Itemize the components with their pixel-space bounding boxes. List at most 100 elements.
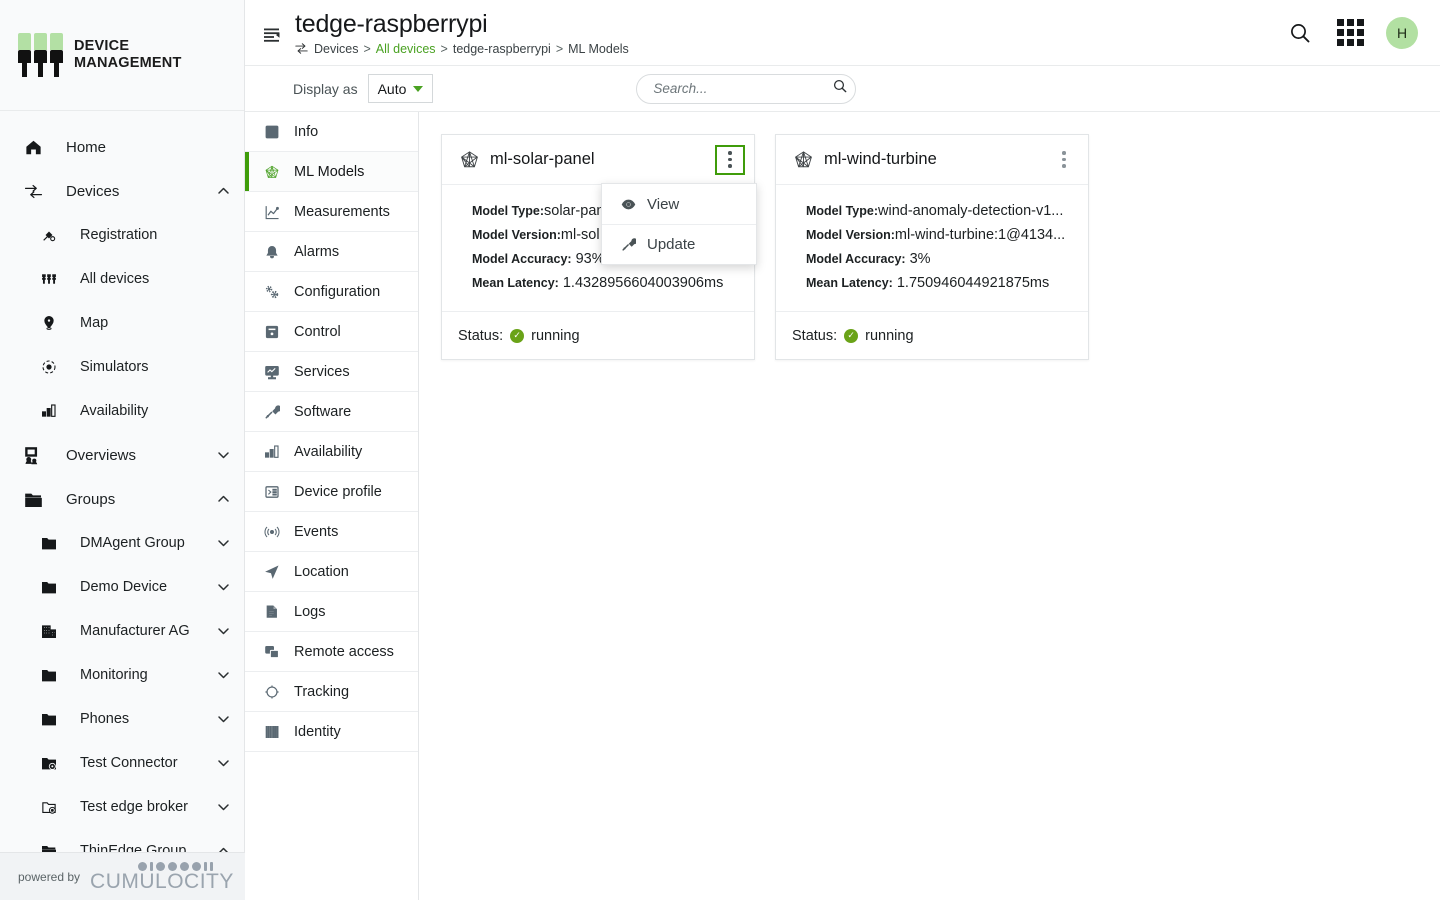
tab-label: Info xyxy=(294,124,318,140)
tab-measurements[interactable]: Measurements xyxy=(245,192,418,232)
bar-chart-icon xyxy=(263,444,281,460)
services-screen-icon xyxy=(263,364,281,380)
card-detail-label: Model Type: xyxy=(472,204,544,218)
card-detail-value: solar-pan xyxy=(544,203,604,219)
chevron-up-icon[interactable] xyxy=(217,494,230,504)
nav-item-label: DMAgent Group xyxy=(80,535,217,551)
chevron-down-icon[interactable] xyxy=(217,450,230,460)
nav-item-label: All devices xyxy=(80,271,230,287)
nav-item-registration[interactable]: Registration xyxy=(0,213,244,257)
chevron-down-icon[interactable] xyxy=(217,626,230,636)
menu-item-label: Update xyxy=(647,236,695,253)
chevron-down-icon xyxy=(413,86,423,92)
action-bar: Display as Auto xyxy=(245,66,1440,112)
nav-item-label: Simulators xyxy=(80,359,230,375)
nav-item-label: Registration xyxy=(80,227,230,243)
menu-item-update[interactable]: Update xyxy=(602,224,756,264)
status-label: Status: xyxy=(792,328,837,344)
ml-model-polyhedron-icon xyxy=(263,164,281,180)
nav-item-overviews[interactable]: Overviews xyxy=(0,433,244,477)
card-detail-label: Model Version: xyxy=(472,228,561,242)
tab-location[interactable]: Location xyxy=(245,552,418,592)
identity-barcode-icon xyxy=(263,724,281,740)
tab-identity[interactable]: Identity xyxy=(245,712,418,752)
nav-item-test-connector[interactable]: Test Connector xyxy=(0,741,244,785)
nav-item-all-devices[interactable]: All devices xyxy=(0,257,244,301)
tab-services[interactable]: Services xyxy=(245,352,418,392)
menu-item-view[interactable]: View xyxy=(602,184,756,224)
tab-label: Logs xyxy=(294,604,325,620)
events-broadcast-icon xyxy=(263,524,281,540)
tab-configuration[interactable]: Configuration xyxy=(245,272,418,312)
chevron-down-icon[interactable] xyxy=(217,758,230,768)
nav-item-groups[interactable]: Groups xyxy=(0,477,244,521)
tab-label: Services xyxy=(294,364,350,380)
nav-item-dmagent-group[interactable]: DMAgent Group xyxy=(0,521,244,565)
tab-remote-access[interactable]: Remote access xyxy=(245,632,418,672)
eye-icon xyxy=(620,197,636,212)
tab-label: Availability xyxy=(294,444,362,460)
navigator-scroll-area[interactable]: Home Devices Registration All devices Map Sim… xyxy=(0,111,244,900)
nav-item-manufacturer-ag[interactable]: Manufacturer AG xyxy=(0,609,244,653)
nav-item-devices[interactable]: Devices xyxy=(0,169,244,213)
breadcrumb-all-devices-link[interactable]: All devices xyxy=(376,42,436,56)
breadcrumb-device[interactable]: tedge-raspberrypi xyxy=(453,42,551,56)
brand-header[interactable]: DEVICE MANAGEMENT xyxy=(0,0,244,111)
kebab-menu-icon[interactable] xyxy=(1049,145,1079,175)
card-body: Model Type:wind-anomaly-detection-v1...M… xyxy=(776,185,1088,311)
search-input[interactable] xyxy=(653,81,832,96)
folder-icon xyxy=(36,667,62,683)
control-panel-icon xyxy=(263,324,281,340)
search-box[interactable] xyxy=(636,74,856,104)
tab-events[interactable]: Events xyxy=(245,512,418,552)
app-switcher-icon[interactable] xyxy=(1336,19,1364,47)
nav-item-simulators[interactable]: Simulators xyxy=(0,345,244,389)
tab-control[interactable]: Control xyxy=(245,312,418,352)
breadcrumb-root[interactable]: Devices xyxy=(314,42,358,56)
building-icon xyxy=(36,623,62,639)
check-circle-icon: ✓ xyxy=(510,329,524,343)
tab-software[interactable]: Software xyxy=(245,392,418,432)
tab-availability[interactable]: Availability xyxy=(245,432,418,472)
bell-icon xyxy=(263,244,281,260)
tab-device-profile[interactable]: Device profile xyxy=(245,472,418,512)
tab-alarms[interactable]: Alarms xyxy=(245,232,418,272)
avatar[interactable]: H xyxy=(1386,17,1418,49)
main-area: tedge-raspberrypi Devices > All devices … xyxy=(245,0,1440,900)
chevron-down-icon[interactable] xyxy=(217,582,230,592)
powered-by-footer: powered by CUMULOCITY xyxy=(0,852,245,900)
all-devices-icon xyxy=(36,271,62,287)
nav-item-availability[interactable]: Availability xyxy=(0,389,244,433)
card-detail-label: Model Accuracy: xyxy=(472,252,572,266)
card-detail-value: wind-anomaly-detection-v1... xyxy=(878,203,1063,219)
kebab-menu-icon[interactable] xyxy=(715,145,745,175)
simulators-icon xyxy=(36,359,62,375)
nav-item-demo-device[interactable]: Demo Device xyxy=(0,565,244,609)
tab-tracking[interactable]: Tracking xyxy=(245,672,418,712)
display-as-select[interactable]: Auto xyxy=(368,74,434,103)
nav-item-test-edge-broker[interactable]: Test edge broker xyxy=(0,785,244,829)
breadcrumb: Devices > All devices > tedge-raspberryp… xyxy=(295,42,629,56)
search-icon[interactable] xyxy=(1286,19,1314,47)
nav-item-monitoring[interactable]: Monitoring xyxy=(0,653,244,697)
breadcrumb-separator: > xyxy=(441,42,448,56)
title-block: tedge-raspberrypi Devices > All devices … xyxy=(295,10,629,56)
tab-ml-models[interactable]: ML Models xyxy=(245,152,418,192)
chevron-down-icon[interactable] xyxy=(217,802,230,812)
folder-open-icon xyxy=(20,490,46,509)
software-wrench-icon xyxy=(263,404,281,420)
app-root: DEVICE MANAGEMENT Home Devices Registratio… xyxy=(0,0,1440,900)
nav-item-label: Devices xyxy=(66,183,217,200)
tab-info[interactable]: * Info xyxy=(245,112,418,152)
search-icon[interactable] xyxy=(832,78,848,99)
chevron-up-icon[interactable] xyxy=(217,186,230,196)
nav-item-phones[interactable]: Phones xyxy=(0,697,244,741)
chevron-down-icon[interactable] xyxy=(217,538,230,548)
nav-item-home[interactable]: Home xyxy=(0,125,244,169)
chevron-down-icon[interactable] xyxy=(217,714,230,724)
info-asterisk-icon: * xyxy=(263,124,281,140)
tab-logs[interactable]: Logs xyxy=(245,592,418,632)
chevron-down-icon[interactable] xyxy=(217,670,230,680)
collapse-navigator-icon[interactable] xyxy=(261,24,283,46)
nav-item-map[interactable]: Map xyxy=(0,301,244,345)
